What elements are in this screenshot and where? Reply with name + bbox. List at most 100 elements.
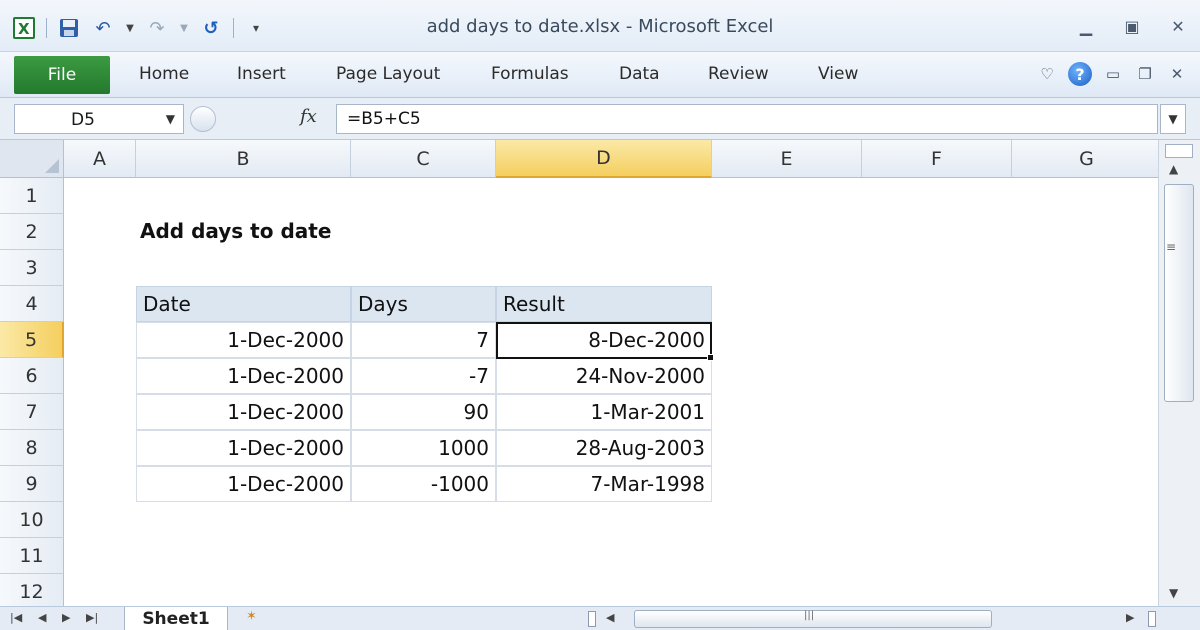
column-header-g[interactable]: G	[1012, 140, 1158, 178]
minimize-ribbon-icon[interactable]: ♡	[1036, 62, 1058, 86]
tab-review[interactable]: Review	[708, 64, 769, 84]
title-bar: X ↶ ▼ ↷ ▼ ↺ ▾ add days to date.xlsx - Mi…	[0, 0, 1200, 52]
table-cell-result[interactable]: 8-Dec-2000	[496, 322, 712, 358]
table-header-days[interactable]: Days	[351, 286, 496, 322]
column-header-a[interactable]: A	[64, 140, 136, 178]
row-header-selected[interactable]: 5	[0, 322, 64, 358]
undo-icon[interactable]: ↶	[91, 16, 115, 40]
tab-home[interactable]: Home	[139, 64, 189, 84]
table-cell-date[interactable]: 1-Dec-2000	[136, 358, 351, 394]
refresh-icon[interactable]: ↺	[199, 16, 223, 40]
tab-split-icon[interactable]	[588, 611, 596, 627]
column-header-c[interactable]: C	[351, 140, 496, 178]
expand-formula-bar-icon[interactable]: ▼	[1160, 104, 1186, 134]
row-header[interactable]: 3	[0, 250, 64, 286]
row-header[interactable]: 10	[0, 502, 64, 538]
table-cell-date[interactable]: 1-Dec-2000	[136, 466, 351, 502]
row-header[interactable]: 12	[0, 574, 64, 606]
table-cell-result[interactable]: 24-Nov-2000	[496, 358, 712, 394]
worksheet-grid[interactable]: A B C D E F G 1 2 3 4 5 6 7 8 9 10 11 12…	[0, 140, 1158, 606]
customize-qat-icon[interactable]: ▾	[244, 16, 268, 40]
scroll-down-icon[interactable]: ▼	[1169, 586, 1178, 600]
table-cell-date[interactable]: 1-Dec-2000	[136, 394, 351, 430]
vertical-scroll-thumb[interactable]	[1164, 184, 1194, 402]
restore-icon[interactable]: ▣	[1122, 16, 1142, 36]
sheet-title[interactable]: Add days to date	[140, 219, 331, 243]
table-cell-days[interactable]: 1000	[351, 430, 496, 466]
workbook-minimize-icon[interactable]: ▭	[1102, 62, 1124, 86]
close-icon[interactable]: ✕	[1168, 16, 1188, 36]
sheet-tab-sheet1[interactable]: Sheet1	[124, 607, 228, 630]
table-header-date[interactable]: Date	[136, 286, 351, 322]
table-header-result[interactable]: Result	[496, 286, 712, 322]
excel-window: X ↶ ▼ ↷ ▼ ↺ ▾ add days to date.xlsx - Mi…	[0, 0, 1200, 630]
prev-sheet-icon[interactable]: ◀	[38, 611, 46, 624]
sheet-tabs-bar: |◀ ◀ ▶ ▶| Sheet1 ✶ ◀ ||| ▶	[0, 606, 1200, 630]
window-title: add days to date.xlsx - Microsoft Excel	[426, 16, 774, 37]
row-header[interactable]: 8	[0, 430, 64, 466]
table-cell-result[interactable]: 28-Aug-2003	[496, 430, 712, 466]
quick-access-toolbar: X ↶ ▼ ↷ ▼ ↺ ▾	[12, 16, 268, 40]
row-header[interactable]: 2	[0, 214, 64, 250]
vertical-scrollbar[interactable]: ▲ ≡ ▼	[1158, 140, 1200, 606]
row-header[interactable]: 7	[0, 394, 64, 430]
scroll-right-icon[interactable]: ▶	[1126, 611, 1134, 624]
column-header-b[interactable]: B	[136, 140, 351, 178]
fill-handle[interactable]	[707, 354, 714, 361]
table-cell-date[interactable]: 1-Dec-2000	[136, 430, 351, 466]
formula-bar-splitter[interactable]	[190, 106, 216, 132]
tab-insert[interactable]: Insert	[237, 64, 286, 84]
insert-sheet-icon[interactable]: ✶	[246, 609, 268, 627]
column-header-e[interactable]: E	[712, 140, 862, 178]
scroll-up-icon[interactable]: ▲	[1169, 162, 1178, 176]
table-cell-result[interactable]: 7-Mar-1998	[496, 466, 712, 502]
redo-dropdown-icon[interactable]: ▼	[179, 16, 189, 40]
workbook-close-icon[interactable]: ✕	[1166, 62, 1188, 86]
chevron-down-icon[interactable]: ▼	[166, 112, 175, 126]
row-header[interactable]: 4	[0, 286, 64, 322]
tab-formulas[interactable]: Formulas	[491, 64, 569, 84]
scroll-left-icon[interactable]: ◀	[606, 611, 614, 624]
window-controls: ▁ ▣ ✕	[1076, 16, 1188, 36]
column-header-d[interactable]: D	[496, 140, 712, 178]
insert-function-button[interactable]: fx	[300, 106, 317, 127]
redo-icon[interactable]: ↷	[145, 16, 169, 40]
excel-logo-icon[interactable]: X	[12, 16, 36, 40]
split-box-icon[interactable]	[1148, 611, 1156, 627]
row-header[interactable]: 11	[0, 538, 64, 574]
undo-dropdown-icon[interactable]: ▼	[125, 16, 135, 40]
column-header-f[interactable]: F	[862, 140, 1012, 178]
table-cell-date[interactable]: 1-Dec-2000	[136, 322, 351, 358]
name-box-value: D5	[71, 110, 95, 130]
row-header[interactable]: 6	[0, 358, 64, 394]
workbook-restore-icon[interactable]: ❐	[1134, 62, 1156, 86]
minimize-icon[interactable]: ▁	[1076, 16, 1096, 36]
name-box[interactable]: D5 ▼	[14, 104, 184, 134]
next-sheet-icon[interactable]: ▶	[62, 611, 70, 624]
svg-text:X: X	[18, 20, 30, 38]
table-cell-days[interactable]: 90	[351, 394, 496, 430]
split-box-icon[interactable]	[1165, 144, 1193, 158]
row-header[interactable]: 1	[0, 178, 64, 214]
tab-view[interactable]: View	[818, 64, 858, 84]
table-cell-days[interactable]: 7	[351, 322, 496, 358]
select-all-button[interactable]	[0, 140, 64, 178]
table-cell-result[interactable]: 1-Mar-2001	[496, 394, 712, 430]
scroll-grip-icon: ≡	[1166, 240, 1177, 254]
tab-page-layout[interactable]: Page Layout	[336, 64, 440, 84]
file-tab[interactable]: File	[14, 56, 110, 94]
qat-separator	[233, 18, 234, 38]
help-icon[interactable]: ?	[1068, 62, 1092, 86]
formula-input[interactable]: =B5+C5	[336, 104, 1158, 134]
horizontal-grip-icon: |||	[804, 610, 815, 621]
formula-bar: D5 ▼ fx =B5+C5 ▼	[0, 98, 1200, 140]
tab-data[interactable]: Data	[619, 64, 660, 84]
row-header[interactable]: 9	[0, 466, 64, 502]
ribbon-right-controls: ♡ ? ▭ ❐ ✕	[1036, 62, 1188, 86]
last-sheet-icon[interactable]: ▶|	[86, 611, 98, 624]
save-icon[interactable]	[57, 16, 81, 40]
first-sheet-icon[interactable]: |◀	[10, 611, 22, 624]
table-cell-days[interactable]: -1000	[351, 466, 496, 502]
qat-separator	[46, 18, 47, 38]
table-cell-days[interactable]: -7	[351, 358, 496, 394]
